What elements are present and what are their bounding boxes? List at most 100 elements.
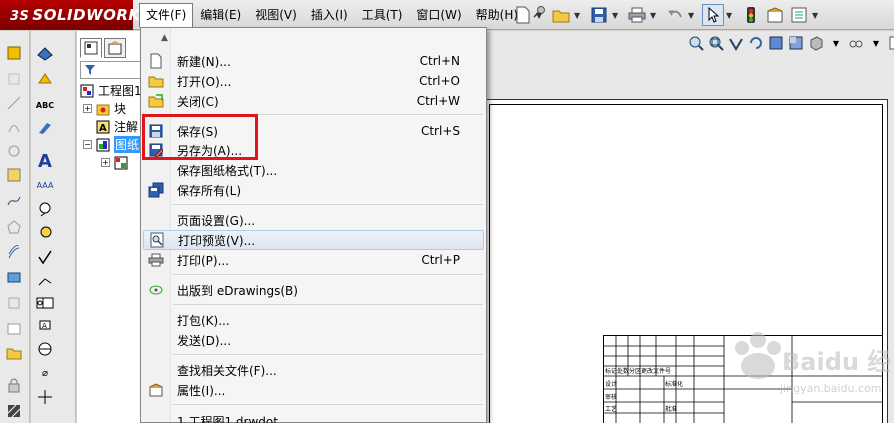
printer-icon[interactable]: [626, 4, 648, 26]
circle-icon[interactable]: [4, 141, 24, 161]
menu-item-shortcut: Ctrl+P: [421, 253, 460, 267]
model-items-icon[interactable]: [35, 69, 55, 89]
rebuild-view-icon[interactable]: [746, 34, 766, 52]
options-list-icon[interactable]: [788, 4, 810, 26]
offset-icon[interactable]: [4, 243, 24, 263]
section-view-icon[interactable]: [766, 34, 786, 52]
collapse-arrow-icon[interactable]: ▲: [161, 33, 168, 43]
hide-show-items-icon[interactable]: [846, 34, 866, 52]
tree-row-annotations[interactable]: A 注解: [83, 118, 138, 135]
polygon-icon[interactable]: [4, 217, 24, 237]
chevron-down-icon[interactable]: ▼: [812, 11, 820, 20]
chevron-down-icon[interactable]: ▼: [688, 11, 696, 20]
menu-separator: [173, 354, 483, 355]
menu-item-save-sheet-format[interactable]: 保存图纸格式(T)...: [143, 160, 484, 180]
file-properties-icon[interactable]: [764, 4, 786, 26]
blocks-folder-icon: [95, 101, 111, 117]
filter-icon: [85, 65, 95, 75]
menu-item-pack-and-go[interactable]: 打包(K)...: [143, 310, 484, 330]
tree-filter[interactable]: [80, 61, 142, 79]
tab-property-manager[interactable]: [104, 38, 126, 58]
menu-item-properties[interactable]: 属性(I)...: [143, 380, 484, 400]
smart-dimension-icon[interactable]: [35, 43, 55, 63]
tree-row-blocks[interactable]: + 块: [83, 100, 126, 117]
rectangle-icon[interactable]: [4, 69, 24, 89]
rebuild-traffic-light-icon[interactable]: [740, 4, 762, 26]
chevron-down-icon[interactable]: ▼: [536, 11, 544, 20]
menu-item-send[interactable]: 发送(D)...: [143, 330, 484, 350]
previous-view-icon[interactable]: [726, 34, 746, 52]
select-pointer-icon[interactable]: [702, 4, 724, 26]
chevron-down-icon[interactable]: ▼: [826, 34, 846, 52]
datum-target-icon[interactable]: [35, 339, 55, 359]
collapse-icon[interactable]: −: [83, 140, 92, 149]
geometric-tolerance-icon[interactable]: [35, 293, 55, 313]
zoom-area-icon[interactable]: [706, 34, 726, 52]
solidworks-logo[interactable]: 3S SOLIDWORKS: [0, 0, 151, 30]
new-document-icon[interactable]: [512, 4, 534, 26]
open-folder-icon[interactable]: [550, 4, 572, 26]
tree-row-sheet[interactable]: − 图纸: [83, 136, 141, 153]
sketch-fillet-icon[interactable]: [4, 165, 24, 185]
block-icon[interactable]: [4, 319, 24, 339]
view-orientation-icon[interactable]: [786, 34, 806, 52]
menu-item-publish-edrawings[interactable]: 出版到 eDrawings(B): [143, 280, 484, 300]
menu-item-new[interactable]: 新建(N)... Ctrl+N: [143, 51, 484, 71]
lock-icon[interactable]: [4, 375, 24, 395]
format-painter-icon[interactable]: [35, 117, 55, 137]
trim-icon[interactable]: [4, 267, 24, 287]
menu-item-label: 打开(O)...: [177, 74, 232, 89]
center-mark-icon[interactable]: [35, 387, 55, 407]
datum-feature-icon[interactable]: A: [35, 317, 55, 337]
save-disk-icon[interactable]: [588, 4, 610, 26]
surface-finish-icon[interactable]: [35, 247, 55, 267]
scene-icon[interactable]: [886, 34, 894, 52]
file-menu-dropdown: ▲ 新建(N)... Ctrl+N 打开(O)... Ctrl+O 关闭(C) …: [140, 27, 487, 423]
chevron-down-icon[interactable]: ▼: [866, 34, 886, 52]
tree-tabs: [80, 38, 128, 58]
menu-item-label: 出版到 eDrawings(B): [177, 283, 298, 298]
auto-balloon-icon[interactable]: [35, 223, 55, 243]
menu-tools[interactable]: 工具(T): [355, 3, 410, 27]
menu-item-close[interactable]: 关闭(C) Ctrl+W: [143, 91, 484, 111]
balloon-icon[interactable]: [35, 199, 55, 219]
menu-window[interactable]: 窗口(W): [409, 3, 468, 27]
tree-row-drawing[interactable]: 工程图1: [79, 82, 142, 99]
undo-icon[interactable]: [664, 4, 686, 26]
spell-check-icon[interactable]: ABC: [35, 95, 55, 115]
expand-icon[interactable]: +: [83, 104, 92, 113]
chevron-down-icon[interactable]: ▼: [726, 11, 734, 20]
mirror-icon[interactable]: [4, 293, 24, 313]
tab-feature-manager[interactable]: [80, 38, 102, 58]
menu-item-page-setup[interactable]: 页面设置(G)...: [143, 210, 484, 230]
menu-item-save-all[interactable]: 保存所有(L): [143, 180, 484, 200]
display-style-icon[interactable]: [806, 34, 826, 52]
zoom-to-fit-icon[interactable]: [686, 34, 706, 52]
note-icon[interactable]: A: [35, 151, 55, 172]
menu-item-print[interactable]: 打印(P)... Ctrl+P: [143, 250, 484, 270]
spline-icon[interactable]: [4, 191, 24, 211]
hole-callout-icon[interactable]: ⌀: [35, 363, 55, 383]
menu-item-find-references[interactable]: 查找相关文件(F)...: [143, 360, 484, 380]
folder-layer-icon[interactable]: [4, 343, 24, 363]
menu-edit[interactable]: 编辑(E): [193, 3, 248, 27]
hatch-icon[interactable]: [4, 401, 24, 421]
menu-insert[interactable]: 插入(I): [304, 3, 355, 27]
smart-dimension-icon[interactable]: [4, 43, 24, 63]
menu-item-open[interactable]: 打开(O)... Ctrl+O: [143, 71, 484, 91]
sheet-format-icon: [113, 155, 129, 171]
chevron-down-icon[interactable]: ▼: [650, 11, 658, 20]
tree-row-sheet-format[interactable]: +: [101, 154, 132, 171]
line-icon[interactable]: [4, 93, 24, 113]
weld-symbol-icon[interactable]: [35, 271, 55, 291]
chevron-down-icon[interactable]: ▼: [574, 11, 582, 20]
menu-item-print-preview[interactable]: 打印预览(V)...: [143, 230, 484, 250]
menu-view[interactable]: 视图(V): [248, 3, 304, 27]
arc-icon[interactable]: [4, 117, 24, 137]
chevron-down-icon[interactable]: ▼: [612, 11, 620, 20]
menu-separator: [173, 274, 483, 275]
menu-file[interactable]: 文件(F): [139, 3, 194, 27]
expand-icon[interactable]: +: [101, 158, 110, 167]
menu-item-recent-file[interactable]: 1 工程图1.drwdot: [143, 411, 484, 423]
linear-note-pattern-icon[interactable]: AAA: [35, 175, 55, 195]
